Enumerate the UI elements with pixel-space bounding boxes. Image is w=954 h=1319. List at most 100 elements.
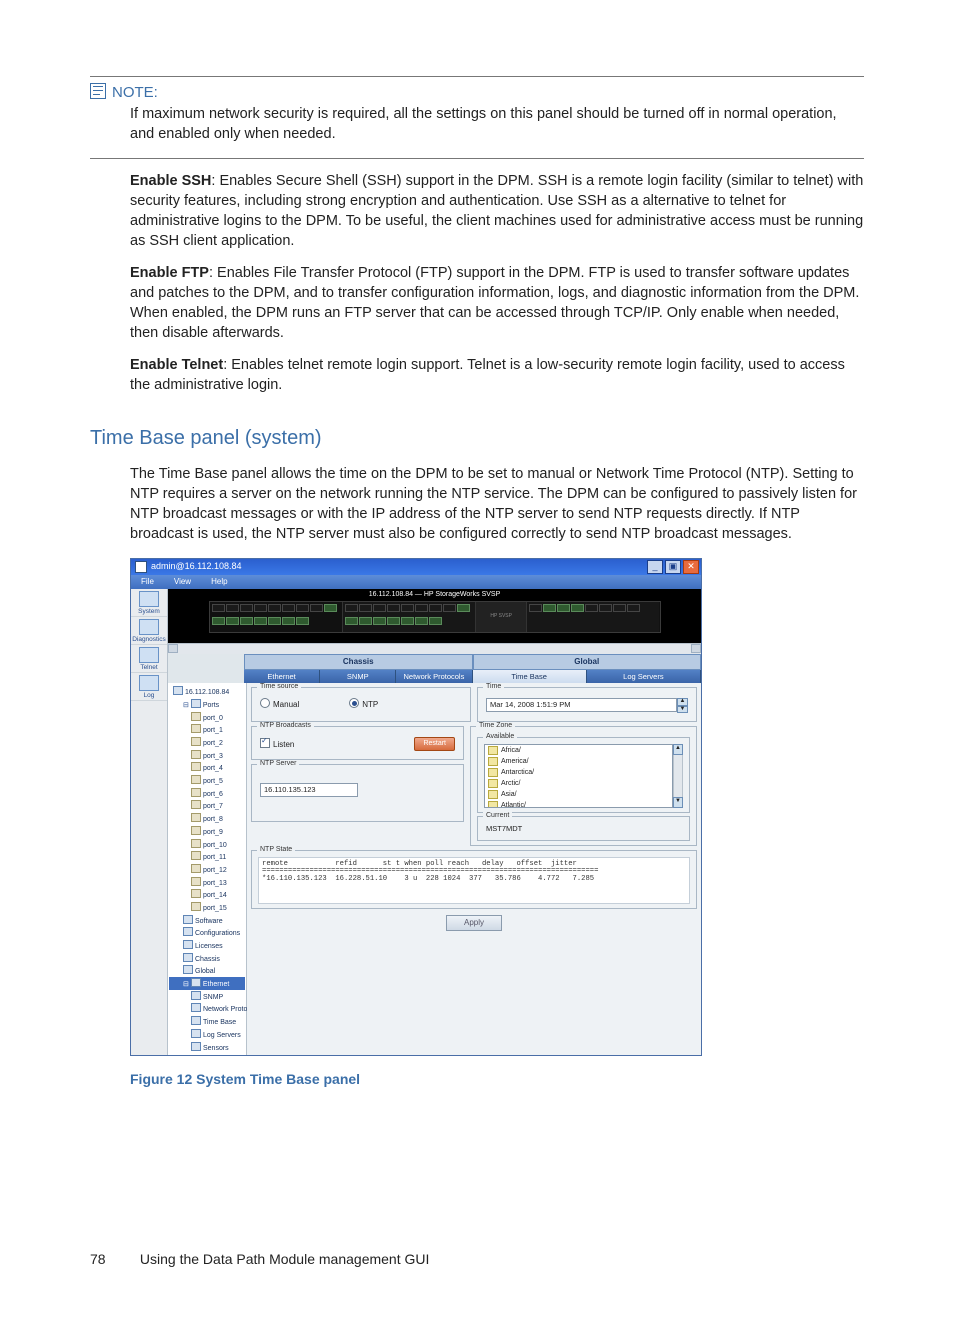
tz-item[interactable]: Asia/: [485, 789, 672, 800]
maximize-button[interactable]: ▣: [665, 560, 681, 574]
scroll-up-icon[interactable]: ▲: [673, 744, 683, 755]
apply-button[interactable]: Apply: [446, 915, 502, 931]
tree-port[interactable]: port_11: [203, 854, 226, 861]
subtab-network-protocols[interactable]: Network Protocols: [396, 670, 472, 683]
group-time-source: Time source Manual NTP: [251, 687, 471, 722]
tree-port[interactable]: port_7: [203, 803, 223, 810]
page-number: 78: [90, 1250, 136, 1269]
diagnostics-icon: [139, 619, 159, 635]
group-label: Time source: [257, 683, 301, 691]
group-time: Time Mar 14, 2008 1:51:9 PM ▲▼: [477, 687, 697, 722]
port-icon: [191, 889, 201, 898]
tree-item[interactable]: Log Servers: [203, 1032, 241, 1039]
scroll-down-icon[interactable]: ▼: [673, 797, 683, 808]
subtab-snmp[interactable]: SNMP: [320, 670, 396, 683]
telnet-icon: [139, 647, 159, 663]
radio-manual[interactable]: Manual: [260, 698, 299, 710]
subtab-time-base[interactable]: Time Base: [473, 670, 587, 683]
tree-port[interactable]: port_6: [203, 791, 223, 798]
para-ssh-head: Enable SSH: [130, 173, 211, 189]
leftbar-diagnostics[interactable]: Diagnostics: [131, 617, 167, 645]
time-spinner[interactable]: ▲▼: [677, 698, 688, 713]
tree-port[interactable]: port_2: [203, 740, 223, 747]
tree-port[interactable]: port_10: [203, 842, 227, 849]
tree-port[interactable]: port_8: [203, 816, 223, 823]
port-icon: [191, 826, 201, 835]
chassis-banner: 16.112.108.84 — HP StorageWorks SVSP HP …: [168, 589, 701, 643]
tree-item[interactable]: Licenses: [195, 943, 223, 950]
checkbox-listen-label: Listen: [273, 740, 294, 749]
tree-port[interactable]: port_0: [203, 715, 223, 722]
checkbox-listen[interactable]: Listen: [260, 738, 294, 750]
leftbar-log-label: Log: [144, 692, 155, 699]
tz-scrollbar[interactable]: [673, 755, 683, 797]
tree-item[interactable]: SNMP: [203, 994, 223, 1001]
folder-icon: [488, 768, 498, 777]
banner-scrollbar[interactable]: [168, 643, 701, 654]
subtab-ethernet[interactable]: Ethernet: [244, 670, 320, 683]
tz-item[interactable]: Africa/: [485, 745, 672, 756]
tree-port[interactable]: port_3: [203, 753, 223, 760]
tree-port[interactable]: port_1: [203, 727, 223, 734]
group-time-zone: Time Zone Available Africa/ America/ Ant…: [470, 726, 697, 845]
port-icon: [191, 877, 201, 886]
time-input[interactable]: Mar 14, 2008 1:51:9 PM: [486, 698, 677, 712]
tree-port[interactable]: port_4: [203, 765, 223, 772]
radio-manual-label: Manual: [273, 700, 299, 709]
tree-item[interactable]: Chassis: [195, 956, 220, 963]
port-icon: [191, 724, 201, 733]
tree-item[interactable]: Sensors: [203, 1045, 229, 1052]
tree-root[interactable]: 16.112.108.84: [185, 689, 229, 696]
tree-item[interactable]: Software: [195, 918, 223, 925]
subtab-log-servers[interactable]: Log Servers: [587, 670, 701, 683]
minimize-button[interactable]: _: [647, 560, 663, 574]
folder-icon: [191, 1016, 201, 1025]
group-ntp-broadcasts: NTP Broadcasts Listen Restart: [251, 726, 464, 760]
port-icon: [191, 902, 201, 911]
chevron-down-icon: ▼: [677, 706, 688, 714]
folder-icon: [191, 991, 201, 1000]
section-body: The Time Base panel allows the time on t…: [130, 464, 864, 544]
port-icon: [191, 800, 201, 809]
tree-ethernet[interactable]: Ethernet: [203, 981, 229, 988]
folder-icon: [488, 746, 498, 755]
footer-text: Using the Data Path Module management GU…: [140, 1251, 430, 1267]
leftbar-diagnostics-label: Diagnostics: [132, 636, 166, 643]
leftbar-system[interactable]: System: [131, 589, 167, 617]
tz-item[interactable]: Arctic/: [485, 778, 672, 789]
folder-icon: [191, 1029, 201, 1038]
port-icon: [191, 775, 201, 784]
tz-item[interactable]: Atlantic/: [485, 800, 672, 808]
window-titlebar: admin@16.112.108.84 _ ▣ ✕: [131, 559, 701, 575]
tree-port[interactable]: port_12: [203, 867, 227, 874]
tree-port[interactable]: port_9: [203, 829, 223, 836]
tree-port[interactable]: port_13: [203, 880, 227, 887]
nav-tree[interactable]: 16.112.108.84 ⊟ Ports port_0 port_1 port…: [168, 683, 247, 1055]
tab-global[interactable]: Global: [473, 654, 702, 670]
para-ssh-body: : Enables Secure Shell (SSH) support in …: [130, 173, 863, 249]
close-button[interactable]: ✕: [683, 560, 699, 574]
tree-item[interactable]: Global: [195, 968, 215, 975]
note-block: NOTE: If maximum network security is req…: [90, 83, 864, 144]
tab-chassis[interactable]: Chassis: [244, 654, 473, 670]
menu-help[interactable]: Help: [201, 578, 237, 587]
tree-port[interactable]: port_15: [203, 905, 227, 912]
group-ntp-state: NTP State remote refid st t when poll re…: [251, 850, 697, 910]
tz-list[interactable]: Africa/ America/ Antarctica/ Arctic/ Asi…: [484, 744, 673, 808]
para-ftp: Enable FTP: Enables File Transfer Protoc…: [130, 263, 864, 343]
radio-ntp[interactable]: NTP: [349, 698, 378, 710]
tree-item[interactable]: Time Base: [203, 1019, 236, 1026]
restart-button[interactable]: Restart: [414, 737, 455, 751]
tz-item[interactable]: America/: [485, 756, 672, 767]
tree-port[interactable]: port_5: [203, 778, 223, 785]
tree-item[interactable]: Configurations: [195, 930, 240, 937]
menu-view[interactable]: View: [164, 578, 201, 587]
tree-port[interactable]: port_14: [203, 892, 227, 899]
tree-ports[interactable]: Ports: [203, 702, 219, 709]
leftbar-log[interactable]: Log: [131, 673, 167, 701]
leftbar-telnet[interactable]: Telnet: [131, 645, 167, 673]
tz-item[interactable]: Antarctica/: [485, 767, 672, 778]
note-body: If maximum network security is required,…: [130, 104, 864, 144]
menu-file[interactable]: File: [131, 578, 164, 587]
ntp-server-input[interactable]: 16.110.135.123: [260, 783, 358, 797]
